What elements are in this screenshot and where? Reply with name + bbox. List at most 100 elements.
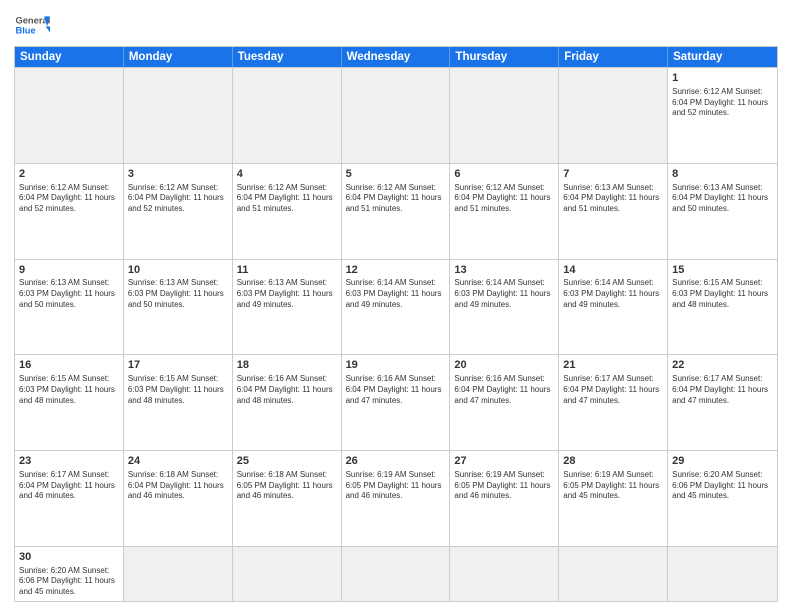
cell-info: Sunrise: 6:16 AM Sunset: 6:04 PM Dayligh… [454, 374, 554, 406]
cell-day-number: 11 [237, 263, 337, 278]
cell-day-number: 21 [563, 358, 663, 373]
logo: General Blue [14, 10, 50, 40]
cell-info: Sunrise: 6:12 AM Sunset: 6:04 PM Dayligh… [454, 183, 554, 215]
calendar-cell: 17Sunrise: 6:15 AM Sunset: 6:03 PM Dayli… [124, 355, 233, 451]
cell-day-number: 8 [672, 167, 773, 182]
page: General Blue SundayMondayTuesdayWednesda… [0, 0, 792, 612]
cell-day-number: 26 [346, 454, 446, 469]
calendar-cell: 23Sunrise: 6:17 AM Sunset: 6:04 PM Dayli… [15, 451, 124, 547]
cell-info: Sunrise: 6:12 AM Sunset: 6:04 PM Dayligh… [672, 87, 773, 119]
calendar-cell: 21Sunrise: 6:17 AM Sunset: 6:04 PM Dayli… [559, 355, 668, 451]
calendar-cell: 29Sunrise: 6:20 AM Sunset: 6:06 PM Dayli… [668, 451, 777, 547]
cell-info: Sunrise: 6:13 AM Sunset: 6:04 PM Dayligh… [672, 183, 773, 215]
cell-info: Sunrise: 6:15 AM Sunset: 6:03 PM Dayligh… [672, 278, 773, 310]
calendar-cell: 28Sunrise: 6:19 AM Sunset: 6:05 PM Dayli… [559, 451, 668, 547]
calendar-cell [450, 68, 559, 164]
calendar-cell: 18Sunrise: 6:16 AM Sunset: 6:04 PM Dayli… [233, 355, 342, 451]
day-header: Monday [124, 47, 233, 67]
cell-day-number: 13 [454, 263, 554, 278]
cell-day-number: 16 [19, 358, 119, 373]
cell-day-number: 27 [454, 454, 554, 469]
cell-info: Sunrise: 6:12 AM Sunset: 6:04 PM Dayligh… [237, 183, 337, 215]
cell-day-number: 4 [237, 167, 337, 182]
cell-info: Sunrise: 6:12 AM Sunset: 6:04 PM Dayligh… [19, 183, 119, 215]
calendar-cell: 11Sunrise: 6:13 AM Sunset: 6:03 PM Dayli… [233, 260, 342, 356]
calendar-cell: 20Sunrise: 6:16 AM Sunset: 6:04 PM Dayli… [450, 355, 559, 451]
cell-info: Sunrise: 6:14 AM Sunset: 6:03 PM Dayligh… [346, 278, 446, 310]
cell-day-number: 28 [563, 454, 663, 469]
calendar-cell [342, 68, 451, 164]
cell-day-number: 29 [672, 454, 773, 469]
cell-info: Sunrise: 6:13 AM Sunset: 6:04 PM Dayligh… [563, 183, 663, 215]
calendar-cell: 14Sunrise: 6:14 AM Sunset: 6:03 PM Dayli… [559, 260, 668, 356]
day-header: Sunday [15, 47, 124, 67]
cell-day-number: 20 [454, 358, 554, 373]
cell-day-number: 1 [672, 71, 773, 86]
calendar-cell [233, 68, 342, 164]
cell-day-number: 2 [19, 167, 119, 182]
calendar-cell: 5Sunrise: 6:12 AM Sunset: 6:04 PM Daylig… [342, 164, 451, 260]
cell-info: Sunrise: 6:14 AM Sunset: 6:03 PM Dayligh… [563, 278, 663, 310]
calendar-cell: 6Sunrise: 6:12 AM Sunset: 6:04 PM Daylig… [450, 164, 559, 260]
cell-info: Sunrise: 6:19 AM Sunset: 6:05 PM Dayligh… [454, 470, 554, 502]
day-headers: SundayMondayTuesdayWednesdayThursdayFrid… [15, 47, 777, 67]
cell-info: Sunrise: 6:20 AM Sunset: 6:06 PM Dayligh… [19, 566, 119, 598]
cell-info: Sunrise: 6:16 AM Sunset: 6:04 PM Dayligh… [346, 374, 446, 406]
calendar-cell: 9Sunrise: 6:13 AM Sunset: 6:03 PM Daylig… [15, 260, 124, 356]
cell-info: Sunrise: 6:13 AM Sunset: 6:03 PM Dayligh… [237, 278, 337, 310]
cell-info: Sunrise: 6:18 AM Sunset: 6:04 PM Dayligh… [128, 470, 228, 502]
calendar-cell [342, 547, 451, 601]
cell-info: Sunrise: 6:17 AM Sunset: 6:04 PM Dayligh… [19, 470, 119, 502]
cell-info: Sunrise: 6:17 AM Sunset: 6:04 PM Dayligh… [563, 374, 663, 406]
calendar-cell: 26Sunrise: 6:19 AM Sunset: 6:05 PM Dayli… [342, 451, 451, 547]
calendar-cell [124, 68, 233, 164]
cell-info: Sunrise: 6:16 AM Sunset: 6:04 PM Dayligh… [237, 374, 337, 406]
cell-info: Sunrise: 6:12 AM Sunset: 6:04 PM Dayligh… [346, 183, 446, 215]
calendar-cell: 22Sunrise: 6:17 AM Sunset: 6:04 PM Dayli… [668, 355, 777, 451]
cell-info: Sunrise: 6:18 AM Sunset: 6:05 PM Dayligh… [237, 470, 337, 502]
calendar-cell: 24Sunrise: 6:18 AM Sunset: 6:04 PM Dayli… [124, 451, 233, 547]
cell-day-number: 18 [237, 358, 337, 373]
calendar-cell: 4Sunrise: 6:12 AM Sunset: 6:04 PM Daylig… [233, 164, 342, 260]
day-header: Saturday [668, 47, 777, 67]
cell-day-number: 5 [346, 167, 446, 182]
calendar-cell: 10Sunrise: 6:13 AM Sunset: 6:03 PM Dayli… [124, 260, 233, 356]
calendar-cell [559, 68, 668, 164]
cell-day-number: 9 [19, 263, 119, 278]
calendar-cell: 7Sunrise: 6:13 AM Sunset: 6:04 PM Daylig… [559, 164, 668, 260]
cell-day-number: 23 [19, 454, 119, 469]
cell-info: Sunrise: 6:12 AM Sunset: 6:04 PM Dayligh… [128, 183, 228, 215]
cell-info: Sunrise: 6:15 AM Sunset: 6:03 PM Dayligh… [19, 374, 119, 406]
day-header: Tuesday [233, 47, 342, 67]
cell-info: Sunrise: 6:15 AM Sunset: 6:03 PM Dayligh… [128, 374, 228, 406]
calendar-grid: 1Sunrise: 6:12 AM Sunset: 6:04 PM Daylig… [15, 67, 777, 601]
cell-day-number: 25 [237, 454, 337, 469]
calendar-cell: 16Sunrise: 6:15 AM Sunset: 6:03 PM Dayli… [15, 355, 124, 451]
calendar-cell [559, 547, 668, 601]
cell-info: Sunrise: 6:20 AM Sunset: 6:06 PM Dayligh… [672, 470, 773, 502]
cell-day-number: 17 [128, 358, 228, 373]
calendar-cell: 8Sunrise: 6:13 AM Sunset: 6:04 PM Daylig… [668, 164, 777, 260]
calendar-cell: 30Sunrise: 6:20 AM Sunset: 6:06 PM Dayli… [15, 547, 124, 601]
calendar-cell: 27Sunrise: 6:19 AM Sunset: 6:05 PM Dayli… [450, 451, 559, 547]
cell-day-number: 7 [563, 167, 663, 182]
calendar-cell: 12Sunrise: 6:14 AM Sunset: 6:03 PM Dayli… [342, 260, 451, 356]
day-header: Thursday [450, 47, 559, 67]
header: General Blue [14, 10, 778, 40]
cell-day-number: 24 [128, 454, 228, 469]
calendar: SundayMondayTuesdayWednesdayThursdayFrid… [14, 46, 778, 602]
calendar-cell: 3Sunrise: 6:12 AM Sunset: 6:04 PM Daylig… [124, 164, 233, 260]
cell-day-number: 30 [19, 550, 119, 565]
svg-text:Blue: Blue [15, 26, 35, 36]
cell-info: Sunrise: 6:19 AM Sunset: 6:05 PM Dayligh… [563, 470, 663, 502]
cell-day-number: 15 [672, 263, 773, 278]
cell-info: Sunrise: 6:17 AM Sunset: 6:04 PM Dayligh… [672, 374, 773, 406]
calendar-cell: 13Sunrise: 6:14 AM Sunset: 6:03 PM Dayli… [450, 260, 559, 356]
calendar-cell [668, 547, 777, 601]
cell-day-number: 10 [128, 263, 228, 278]
cell-info: Sunrise: 6:13 AM Sunset: 6:03 PM Dayligh… [19, 278, 119, 310]
cell-day-number: 3 [128, 167, 228, 182]
cell-day-number: 22 [672, 358, 773, 373]
day-header: Wednesday [342, 47, 451, 67]
cell-info: Sunrise: 6:19 AM Sunset: 6:05 PM Dayligh… [346, 470, 446, 502]
